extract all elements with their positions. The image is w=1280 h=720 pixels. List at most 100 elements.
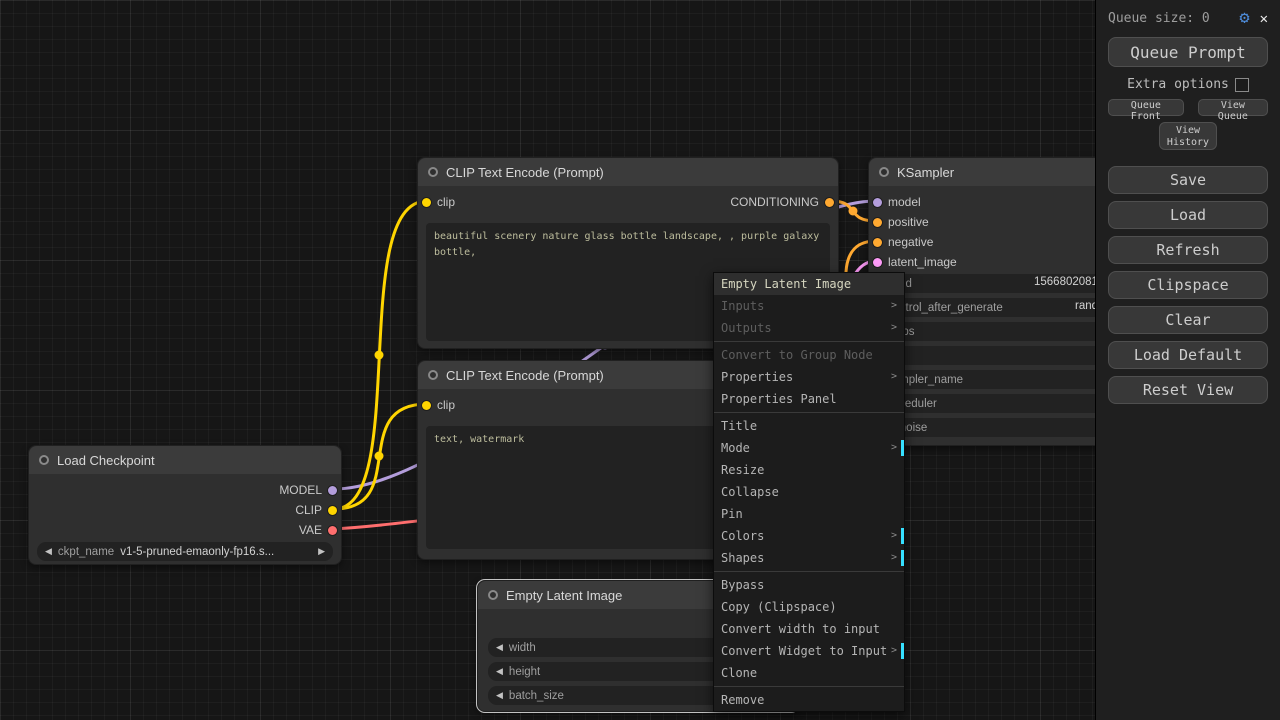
input-slot-clip: clip: [422, 194, 455, 210]
collapse-dot[interactable]: [39, 455, 49, 465]
node-title: Load Checkpoint: [57, 453, 155, 468]
node-title-bar[interactable]: Load Checkpoint: [29, 446, 341, 474]
clip-slot-dot[interactable]: [422, 401, 431, 410]
input-slot-positive: positive: [873, 214, 929, 230]
menu-item-convert-width-to-input[interactable]: Convert width to input: [714, 618, 904, 640]
menu-item-title[interactable]: Title: [714, 415, 904, 437]
slot-label: clip: [437, 398, 455, 412]
submenu-arrow-icon: >: [891, 640, 897, 662]
clip-slot-dot[interactable]: [422, 198, 431, 207]
increment-arrow-icon[interactable]: ▶: [318, 546, 325, 557]
node-title-bar[interactable]: CLIP Text Encode (Prompt): [418, 158, 838, 186]
clear-button[interactable]: Clear: [1108, 306, 1268, 334]
collapse-dot[interactable]: [488, 590, 498, 600]
collapse-dot[interactable]: [428, 370, 438, 380]
load-default-button[interactable]: Load Default: [1108, 341, 1268, 369]
menu-item-label: Remove: [721, 689, 764, 711]
menu-item-clone[interactable]: Clone: [714, 662, 904, 684]
refresh-button[interactable]: Refresh: [1108, 236, 1268, 264]
queue-prompt-button[interactable]: Queue Prompt: [1108, 37, 1268, 67]
menu-item-label: Collapse: [721, 481, 779, 503]
model-slot-dot[interactable]: [328, 486, 337, 495]
collapse-dot[interactable]: [879, 167, 889, 177]
menu-separator: [714, 412, 904, 413]
clip-slot-dot[interactable]: [328, 506, 337, 515]
menu-item-label: Properties: [721, 366, 793, 388]
menu-separator: [714, 571, 904, 572]
menu-item-collapse[interactable]: Collapse: [714, 481, 904, 503]
menu-item-pin[interactable]: Pin: [714, 503, 904, 525]
slot-label: clip: [437, 195, 455, 209]
output-slot-conditioning: CONDITIONING: [730, 194, 834, 210]
input-slot-model: model: [873, 194, 921, 210]
clipspace-button[interactable]: Clipspace: [1108, 271, 1268, 299]
submenu-arrow-icon: >: [891, 547, 897, 569]
widget-label: height: [509, 666, 540, 678]
conditioning-slot-dot[interactable]: [873, 218, 882, 227]
menu-item-label: Bypass: [721, 574, 764, 596]
slot-label: CLIP: [295, 503, 322, 517]
menu-item-label: Convert width to input: [721, 618, 880, 640]
menu-item-inputs[interactable]: Inputs >: [714, 295, 904, 317]
slot-label: CONDITIONING: [730, 195, 819, 209]
collapse-dot[interactable]: [428, 167, 438, 177]
menu-item-label: Colors: [721, 525, 764, 547]
widget-label: ckpt_name: [58, 546, 114, 558]
output-slot-model: MODEL: [279, 482, 337, 498]
view-history-row: View History: [1108, 122, 1268, 150]
menu-item-remove[interactable]: Remove: [714, 689, 904, 711]
menu-item-colors[interactable]: Colors >: [714, 525, 904, 547]
conditioning-slot-dot[interactable]: [825, 198, 834, 207]
node-context-menu: Empty Latent Image Inputs > Outputs > Co…: [713, 272, 905, 712]
submenu-arrow-icon: >: [891, 317, 897, 339]
decrement-arrow-icon[interactable]: ◀: [496, 690, 503, 701]
menu-item-convert-widget-to-input[interactable]: Convert Widget to Input >: [714, 640, 904, 662]
menu-item-label: Outputs: [721, 317, 772, 339]
view-history-button[interactable]: View History: [1159, 122, 1217, 150]
decrement-arrow-icon[interactable]: ◀: [496, 642, 503, 653]
settings-gear-icon[interactable]: ⚙: [1239, 10, 1249, 27]
menu-item-convert-to-group-node[interactable]: Convert to Group Node: [714, 344, 904, 366]
node-load-checkpoint[interactable]: Load Checkpoint MODEL CLIP VAE ◀ ckpt_na…: [28, 445, 342, 565]
queue-size-label: Queue size: 0: [1108, 11, 1210, 26]
menu-item-shapes[interactable]: Shapes >: [714, 547, 904, 569]
slot-label: latent_image: [888, 255, 957, 269]
reset-view-button[interactable]: Reset View: [1108, 376, 1268, 404]
extra-options-checkbox[interactable]: [1235, 78, 1249, 92]
menu-item-mode[interactable]: Mode >: [714, 437, 904, 459]
view-queue-button[interactable]: View Queue: [1198, 99, 1268, 116]
menu-item-label: Resize: [721, 459, 764, 481]
menu-item-resize[interactable]: Resize: [714, 459, 904, 481]
menu-item-properties[interactable]: Properties >: [714, 366, 904, 388]
queue-size-row: Queue size: 0 ⚙ ✕: [1108, 10, 1268, 27]
load-button[interactable]: Load: [1108, 201, 1268, 229]
save-button[interactable]: Save: [1108, 166, 1268, 194]
submenu-arrow-icon: >: [891, 295, 897, 317]
close-icon[interactable]: ✕: [1260, 12, 1268, 26]
queue-front-button[interactable]: Queue Front: [1108, 99, 1184, 116]
menu-item-copy-clipspace[interactable]: Copy (Clipspace): [714, 596, 904, 618]
menu-item-label: Clone: [721, 662, 757, 684]
slot-label: positive: [888, 215, 929, 229]
extra-options-row: Extra options: [1108, 77, 1268, 92]
menu-item-label: Mode: [721, 437, 750, 459]
ckpt-name-widget[interactable]: ◀ ckpt_name v1-5-pruned-emaonly-fp16.s..…: [37, 542, 333, 561]
node-title: Empty Latent Image: [506, 588, 622, 603]
model-slot-dot[interactable]: [873, 198, 882, 207]
menu-item-bypass[interactable]: Bypass: [714, 574, 904, 596]
vae-slot-dot[interactable]: [328, 526, 337, 535]
widget-label: batch_size: [509, 690, 564, 702]
menu-item-label: Copy (Clipspace): [721, 596, 837, 618]
menu-separator: [714, 341, 904, 342]
menu-item-properties-panel[interactable]: Properties Panel: [714, 388, 904, 410]
conditioning-slot-dot[interactable]: [873, 238, 882, 247]
menu-item-label: Inputs: [721, 295, 764, 317]
widget-label: width: [509, 642, 536, 654]
menu-item-label: Convert Widget to Input: [721, 640, 887, 662]
decrement-arrow-icon[interactable]: ◀: [45, 546, 52, 557]
decrement-arrow-icon[interactable]: ◀: [496, 666, 503, 677]
menu-item-outputs[interactable]: Outputs >: [714, 317, 904, 339]
latent-slot-dot[interactable]: [873, 258, 882, 267]
node-title: CLIP Text Encode (Prompt): [446, 165, 604, 180]
node-title: CLIP Text Encode (Prompt): [446, 368, 604, 383]
